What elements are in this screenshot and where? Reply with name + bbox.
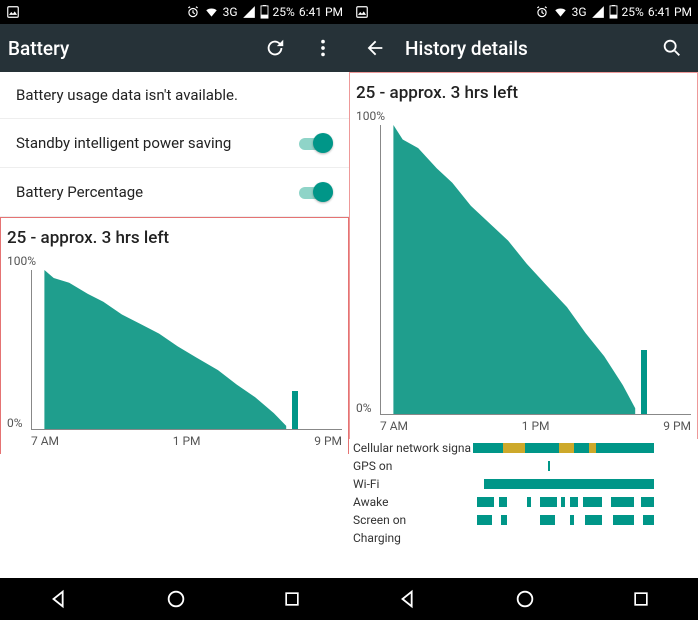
- battery-chart-card[interactable]: 25 - approx. 3 hrs left 100% 0% 7 AM 1 P…: [0, 217, 349, 454]
- screen-battery: 3G 25% 6:41 PM Battery Battery usage dat…: [0, 0, 349, 578]
- chart-title: 25 - approx. 3 hrs left: [350, 73, 697, 107]
- wifi-icon: [204, 5, 219, 19]
- usage-unavailable-row: Battery usage data isn't available.: [0, 72, 349, 119]
- overflow-menu-button[interactable]: [305, 30, 341, 66]
- standby-label: Standby intelligent power saving: [16, 134, 299, 152]
- detail-tracks: Cellular network signal GPS on Wi-Fi: [353, 439, 698, 547]
- search-button[interactable]: [654, 30, 690, 66]
- projection-bar: [292, 391, 298, 429]
- standby-row[interactable]: Standby intelligent power saving: [0, 119, 349, 168]
- xlabel-b: 1 PM: [522, 419, 550, 433]
- track-cellular-bar: [473, 443, 688, 453]
- nav-recents-button[interactable]: [631, 589, 651, 609]
- track-wifi-bar: [473, 479, 688, 489]
- history-chart-card: 25 - approx. 3 hrs left 100% 0% 7 AM 1 P…: [349, 72, 698, 439]
- wifi-icon: [553, 5, 568, 19]
- battery-plot: [31, 270, 342, 430]
- track-charging: Charging: [353, 529, 698, 547]
- screen-history-details: 3G 25% 6:41 PM History details 25 - appr…: [349, 0, 698, 578]
- status-bar: 3G 25% 6:41 PM: [349, 0, 698, 24]
- xlabel-a: 7 AM: [31, 434, 59, 448]
- nav-back-button[interactable]: [397, 588, 419, 610]
- track-screen-bar: [473, 515, 688, 525]
- y-axis-top: 100%: [5, 254, 344, 268]
- nav-home-button[interactable]: [514, 588, 536, 610]
- battery-pct-label: Battery Percentage: [16, 183, 299, 201]
- chart-title: 25 - approx. 3 hrs left: [1, 218, 348, 252]
- signal-icon: [591, 5, 605, 19]
- y-axis-bot: 0%: [354, 401, 372, 415]
- signal-icon: [242, 5, 256, 19]
- track-gps-bar: [473, 461, 688, 471]
- nav-back-button[interactable]: [48, 588, 70, 610]
- track-awake: Awake: [353, 493, 698, 511]
- battery-pct: 25%: [273, 5, 295, 19]
- nav-recents-button[interactable]: [282, 589, 302, 609]
- page-title: History details: [405, 37, 528, 60]
- alarm-icon: [186, 5, 200, 19]
- appbar-history: History details: [349, 24, 698, 72]
- x-axis: 7 AM 1 PM 9 PM: [31, 434, 342, 448]
- xlabel-c: 9 PM: [314, 434, 342, 448]
- appbar-battery: Battery: [0, 24, 349, 72]
- page-title: Battery: [8, 37, 69, 60]
- track-screen: Screen on: [353, 511, 698, 529]
- xlabel-a: 7 AM: [380, 419, 408, 433]
- track-awake-bar: [473, 497, 688, 507]
- projection-bar: [641, 350, 647, 414]
- network-type: 3G: [572, 5, 587, 19]
- picture-icon: [6, 5, 20, 19]
- battery-pct: 25%: [622, 5, 644, 19]
- track-charging-bar: [473, 533, 688, 543]
- y-axis-bot: 0%: [5, 416, 23, 430]
- standby-toggle[interactable]: [299, 133, 333, 153]
- track-cellular: Cellular network signal: [353, 439, 698, 457]
- picture-icon: [355, 5, 369, 19]
- battery-icon: [609, 5, 618, 19]
- history-plot: [380, 125, 691, 415]
- clock: 6:41 PM: [299, 5, 343, 19]
- track-wifi: Wi-Fi: [353, 475, 698, 493]
- track-gps: GPS on: [353, 457, 698, 475]
- back-button[interactable]: [357, 30, 393, 66]
- refresh-button[interactable]: [257, 30, 293, 66]
- y-axis-top: 100%: [354, 109, 693, 123]
- xlabel-c: 9 PM: [663, 419, 691, 433]
- xlabel-b: 1 PM: [173, 434, 201, 448]
- usage-unavailable-text: Battery usage data isn't available.: [16, 86, 333, 104]
- battery-pct-row[interactable]: Battery Percentage: [0, 168, 349, 217]
- nav-home-button[interactable]: [165, 588, 187, 610]
- x-axis: 7 AM 1 PM 9 PM: [380, 419, 691, 433]
- status-bar: 3G 25% 6:41 PM: [0, 0, 349, 24]
- clock: 6:41 PM: [648, 5, 692, 19]
- alarm-icon: [535, 5, 549, 19]
- battery-icon: [260, 5, 269, 19]
- battery-pct-toggle[interactable]: [299, 182, 333, 202]
- network-type: 3G: [223, 5, 238, 19]
- nav-bar: [0, 578, 698, 620]
